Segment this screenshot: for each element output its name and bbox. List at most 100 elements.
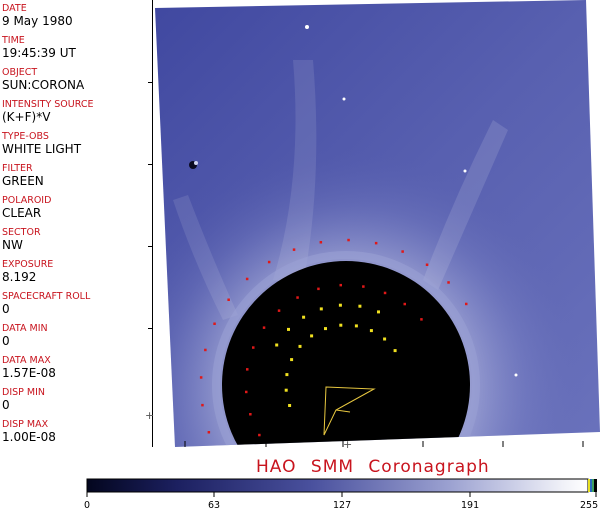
field-data-min: DATA MIN 0 [2,323,48,348]
dark-spot-rim [194,161,198,165]
field-label: TIME [2,35,25,46]
position-marker [227,298,230,301]
colorbar-tick-label: 191 [461,500,480,511]
star [305,25,309,29]
field-value: 0 [2,398,10,412]
position-marker [204,348,207,352]
field-date: DATE 9 May 1980 [2,3,73,28]
frame-tick [148,246,152,247]
field-value: NW [2,238,23,252]
colorbar-tick-label: 255 [580,500,599,511]
colorbar-tick-label: 63 [208,500,221,511]
position-marker [403,302,406,306]
field-value: (K+F)*V [2,110,51,124]
field-polaroid: POLAROID CLEAR [2,195,51,220]
position-marker [324,327,327,331]
position-marker [246,368,249,371]
frame-tick [148,328,152,329]
field-disp-max: DISP MAX 1.00E-08 [2,419,56,444]
colorbar-end-swatch [590,479,592,492]
field-label: DISP MAX [2,419,49,430]
position-marker [319,241,323,244]
position-marker [420,318,423,321]
star [463,169,467,173]
field-value: 0 [2,302,10,316]
coronagraph-image [153,0,600,447]
colorbar-tick-label: 0 [84,500,91,511]
field-label: FILTER [2,163,33,174]
field-label: SECTOR [2,227,41,238]
position-marker [338,303,342,307]
field-time: TIME 19:45:39 UT [2,35,76,60]
position-marker [310,334,314,338]
position-marker [302,315,306,319]
field-value: 1.57E-08 [2,366,56,380]
position-marker [465,302,468,306]
field-filter: FILTER GREEN [2,163,44,188]
colorbar-tick-label: 127 [333,500,352,511]
position-marker [374,241,378,245]
position-marker [292,248,296,251]
position-marker [201,403,204,407]
field-value: 0 [2,334,10,348]
position-marker [358,304,362,308]
field-value: 19:45:39 UT [2,46,76,60]
position-marker [425,263,429,266]
frame-tick [148,82,152,83]
position-marker [362,285,365,288]
position-marker [288,404,292,407]
field-value: SUN:CORONA [2,78,85,92]
position-marker [245,390,248,394]
position-marker [277,309,281,312]
position-marker [213,322,216,325]
position-marker [401,250,404,253]
field-value: CLEAR [2,206,42,220]
position-marker [354,324,358,328]
field-label: INTENSITY SOURCE [2,99,94,110]
position-marker [287,327,290,331]
position-marker [275,343,279,347]
field-object: OBJECT SUN:CORONA [2,67,84,92]
position-marker [258,433,261,437]
field-value: 1.00E-08 [2,430,56,444]
position-marker [447,281,450,284]
star [514,373,518,377]
field-sector: SECTOR NW [2,227,41,252]
position-marker [245,277,249,281]
position-marker [383,337,387,341]
position-marker [285,373,289,377]
field-type-obs: TYPE-OBS WHITE LIGHT [2,131,81,156]
field-value: 9 May 1980 [2,14,73,28]
position-marker [317,287,320,291]
position-marker [207,431,211,434]
field-value: GREEN [2,174,44,188]
header-info-panel: DATE 9 May 1980 TIME 19:45:39 UT OBJECT … [0,0,153,447]
position-marker [377,310,380,314]
field-label: SPACECRAFT ROLL [2,291,91,302]
position-marker [267,260,271,264]
position-marker [383,291,387,295]
position-marker [393,349,397,353]
field-value: WHITE LIGHT [2,142,82,156]
position-marker [284,388,288,392]
field-label: DATA MIN [2,323,48,334]
field-data-max: DATA MAX 1.57E-08 [2,355,56,380]
position-marker [298,344,302,348]
field-exposure: EXPOSURE 8.192 [2,259,53,284]
field-label: EXPOSURE [2,259,54,270]
position-marker [339,323,343,327]
coronagraph-image-svg [153,0,600,447]
instrument-title: HAO SMM Coronagraph [256,457,490,477]
colorbar-gradient [86,478,589,493]
position-marker [319,307,323,311]
field-label: OBJECT [2,67,38,78]
field-label: DATA MAX [2,355,51,366]
colorbar-end-swatch [588,479,590,492]
colorbar-end-swatch [592,479,594,492]
field-label: POLAROID [2,195,52,206]
position-marker [347,238,350,242]
crosshair-marker: + [343,438,353,451]
position-marker [369,329,373,333]
position-marker [262,326,266,329]
field-value: 8.192 [2,270,37,284]
